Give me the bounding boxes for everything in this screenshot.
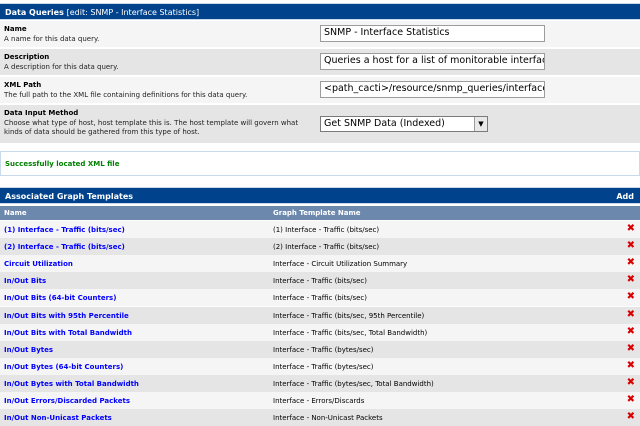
graph-template-name-link[interactable]: In/Out Non-Unicast Packets: [4, 414, 112, 422]
graph-template-name-link[interactable]: In/Out Bits with 95th Percentile: [4, 312, 129, 320]
graph-template-name: Interface - Traffic (bytes/sec): [273, 345, 374, 354]
xml-path-input[interactable]: <path_cacti>/resource/snmp_queries/inter…: [320, 81, 545, 98]
table-row: In/Out Bits Interface - Traffic (bits/sec…: [0, 272, 640, 290]
table-row: In/Out Bytes with Total Bandwidth Interfa…: [0, 374, 640, 392]
table-row: In/Out Bits with Total Bandwidth Interfac…: [0, 323, 640, 341]
delete-x-icon[interactable]: ✖: [627, 309, 635, 320]
description-input[interactable]: Queries a host for a list of monitorable…: [320, 53, 545, 70]
input-method-field-label: Data Input Method: [4, 109, 79, 117]
table-row: (1) Interface - Traffic (bits/sec) (1) In…: [0, 221, 640, 238]
column-header-template: Graph Template Name: [273, 209, 361, 217]
graph-template-name: Interface - Traffic (bytes/sec, Total Ba…: [273, 379, 434, 388]
name-input[interactable]: SNMP - Interface Statistics: [320, 25, 545, 42]
name-field-label: Name: [4, 25, 27, 33]
description-field-label: Description: [4, 53, 50, 61]
table-row: (2) Interface - Traffic (bits/sec) (2) In…: [0, 238, 640, 256]
graph-template-name-link[interactable]: (1) Interface - Traffic (bits/sec): [4, 226, 125, 234]
input-method-field-row: Data Input Method Choose what type of ho…: [0, 105, 640, 144]
xml-path-field-row: XML Path The full path to the XML file c…: [0, 77, 640, 104]
description-field-description: A description for this data query.: [4, 63, 119, 71]
graph-template-name: (1) Interface - Traffic (bits/sec): [273, 226, 380, 234]
graph-template-name: Interface - Traffic (bytes/sec): [273, 362, 374, 371]
delete-x-icon[interactable]: ✖: [627, 326, 635, 337]
delete-x-icon[interactable]: ✖: [627, 291, 635, 302]
graph-template-name: Interface - Circuit Utilization Summary: [273, 260, 408, 269]
graph-template-name: Interface - Traffic (bits/sec): [273, 294, 367, 303]
graph-template-name-link[interactable]: (2) Interface - Traffic (bits/sec): [4, 243, 125, 251]
table-row: In/Out Bytes (64-bit Counters) Interface …: [0, 357, 640, 375]
graph-template-name-link[interactable]: In/Out Bytes (64-bit Counters): [4, 363, 123, 371]
graph-templates-column-header: Name Graph Template Name: [0, 206, 640, 220]
table-row: In/Out Bytes Interface - Traffic (bytes/s…: [0, 340, 640, 358]
delete-x-icon[interactable]: ✖: [627, 257, 635, 268]
graph-template-name-link[interactable]: In/Out Bits: [4, 277, 46, 285]
graph-template-name: Interface - Traffic (bits/sec, Total Ban…: [273, 328, 428, 337]
graph-template-name-link[interactable]: In/Out Bytes: [4, 346, 53, 354]
delete-x-icon[interactable]: ✖: [627, 360, 635, 371]
graph-template-name: Interface - Errors/Discards: [273, 397, 365, 405]
graph-templates-title: Associated Graph Templates: [5, 192, 134, 201]
delete-x-icon[interactable]: ✖: [627, 343, 635, 354]
add-graph-template-link[interactable]: Add: [616, 192, 634, 201]
graph-template-name-link[interactable]: Circuit Utilization: [4, 260, 73, 268]
xml-path-field-label: XML Path: [4, 81, 42, 89]
graph-template-name-link[interactable]: In/Out Errors/Discarded Packets: [4, 397, 130, 405]
delete-x-icon[interactable]: ✖: [627, 394, 635, 405]
graph-template-name: Interface - Traffic (bits/sec, 95th Perc…: [273, 311, 425, 320]
chevron-down-icon[interactable]: ▼: [474, 117, 487, 131]
delete-x-icon[interactable]: ✖: [627, 411, 635, 422]
status-message-box: Successfully located XML file: [0, 151, 640, 176]
graph-templates-header: Associated Graph Templates Add: [0, 187, 640, 204]
graph-template-name-link[interactable]: In/Out Bits (64-bit Counters): [4, 294, 116, 302]
name-field-row: Name A name for this data query. SNMP - …: [0, 21, 640, 48]
name-field-description: A name for this data query.: [4, 35, 100, 43]
graph-template-name-link[interactable]: In/Out Bits with Total Bandwidth: [4, 329, 132, 337]
input-method-field-description: Choose what type of host, host template …: [4, 119, 299, 136]
graph-template-name: (2) Interface - Traffic (bits/sec): [273, 243, 380, 252]
xml-path-field-description: The full path to the XML file containing…: [4, 91, 248, 99]
input-method-selected-value: Get SNMP Data (Indexed): [324, 118, 445, 129]
table-row: Circuit Utilization Interface - Circuit U…: [0, 255, 640, 273]
input-method-select[interactable]: Get SNMP Data (Indexed) ▼: [320, 116, 488, 132]
data-query-panel-header: Data Queries [edit: SNMP - Interface Sta…: [0, 3, 640, 20]
table-row: In/Out Bits (64-bit Counters) Interface -…: [0, 289, 640, 307]
delete-x-icon[interactable]: ✖: [627, 377, 635, 388]
panel-title: Data Queries: [5, 8, 64, 17]
delete-x-icon[interactable]: ✖: [627, 240, 635, 251]
delete-x-icon[interactable]: ✖: [627, 223, 635, 234]
table-row: In/Out Errors/Discarded Packets Interface…: [0, 392, 640, 409]
graph-template-name: Interface - Non-Unicast Packets: [273, 414, 383, 423]
panel-subtitle: [edit: SNMP - Interface Statistics]: [66, 8, 200, 17]
column-header-name: Name: [4, 209, 27, 217]
delete-x-icon[interactable]: ✖: [627, 274, 635, 285]
description-field-row: Description A description for this data …: [0, 49, 640, 76]
status-message: Successfully located XML file: [5, 160, 120, 168]
table-row: In/Out Non-Unicast Packets Interface - No…: [0, 409, 640, 426]
graph-template-name-link[interactable]: In/Out Bytes with Total Bandwidth: [4, 380, 139, 388]
graph-template-name: Interface - Traffic (bits/sec): [273, 277, 367, 286]
table-row: In/Out Bits with 95th Percentile Interfac…: [0, 306, 640, 324]
